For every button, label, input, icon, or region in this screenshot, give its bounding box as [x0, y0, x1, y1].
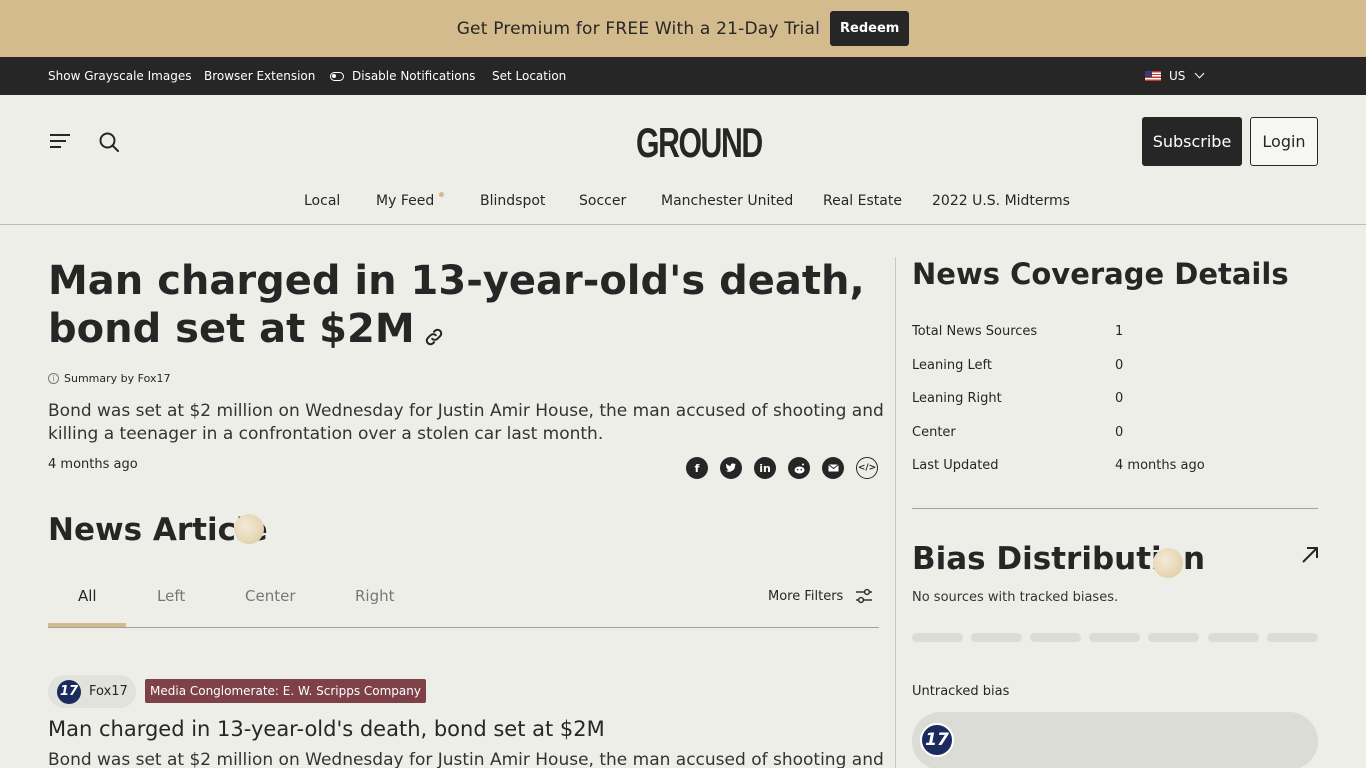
promo-text: Get Premium for FREE With a 21-Day Trial [456, 18, 820, 39]
summary-by-label: Summary by Fox17 [64, 372, 171, 385]
untracked-bias-bar [912, 712, 1318, 768]
no-sources-message: No sources with tracked biases. [912, 590, 1119, 605]
link-icon[interactable] [423, 326, 445, 348]
stat-value: 1 [1115, 324, 1124, 339]
more-filters-label: More Filters [768, 588, 844, 604]
bias-bar-placeholder [971, 633, 1022, 642]
source-chip[interactable]: 17 Fox17 [48, 675, 136, 708]
column-divider [895, 257, 896, 768]
stat-label: Leaning Right [912, 391, 1002, 406]
menu-icon[interactable] [50, 134, 70, 148]
tab-all[interactable]: All [78, 587, 97, 605]
login-button[interactable]: Login [1250, 117, 1318, 166]
email-icon[interactable] [822, 457, 844, 479]
summary-attribution: i Summary by Fox17 [48, 372, 170, 385]
stat-value: 0 [1115, 358, 1124, 373]
bias-bar-placeholder [1030, 633, 1081, 642]
filter-sliders-icon [856, 588, 873, 604]
nav-blindspot[interactable]: Blindspot [480, 193, 545, 209]
linkedin-icon[interactable]: in [754, 457, 776, 479]
region-label: US [1169, 69, 1186, 83]
stat-label: Center [912, 425, 956, 440]
nav-soccer[interactable]: Soccer [579, 193, 626, 209]
article-summary: Bond was set at $2 million on Wednesday … [48, 750, 888, 768]
notifications-toggle[interactable]: Disable Notifications [330, 69, 475, 83]
reddit-icon[interactable] [788, 457, 810, 479]
headline-text: Man charged in 13-year-old's death, bond… [48, 258, 865, 352]
promo-banner: Get Premium for FREE With a 21-Day Trial… [0, 0, 1366, 57]
embed-icon[interactable]: </> [856, 457, 878, 479]
tab-left[interactable]: Left [157, 587, 185, 605]
tab-center[interactable]: Center [245, 587, 296, 605]
stat-value: 4 months ago [1115, 458, 1205, 473]
source-logo: 17 [57, 679, 81, 704]
bias-bar-placeholder [1089, 633, 1140, 642]
redeem-button[interactable]: Redeem [830, 11, 910, 46]
utility-bar: Show Grayscale Images Browser Extension … [0, 57, 1366, 95]
subscribe-button[interactable]: Subscribe [1142, 117, 1242, 166]
toggle-icon [330, 72, 344, 81]
bias-bar-placeholder [1267, 633, 1318, 642]
stat-label: Total News Sources [912, 324, 1038, 339]
tab-right[interactable]: Right [355, 587, 395, 605]
notification-dot [439, 192, 444, 197]
info-icon: i [48, 373, 59, 384]
story-timestamp: 4 months ago [48, 457, 138, 472]
more-filters-button[interactable]: More Filters [768, 588, 873, 604]
nav-local[interactable]: Local [304, 193, 340, 209]
nav-midterms[interactable]: 2022 U.S. Midterms [932, 193, 1070, 209]
twitter-icon[interactable] [720, 457, 742, 479]
set-location-link[interactable]: Set Location [492, 69, 566, 83]
facebook-icon[interactable]: f [686, 457, 708, 479]
article-title[interactable]: Man charged in 13-year-old's death, bond… [48, 717, 605, 741]
ownership-badge[interactable]: Media Conglomerate: E. W. Scripps Compan… [145, 679, 426, 703]
stat-value: 0 [1115, 391, 1124, 406]
us-flag-icon [1145, 71, 1161, 81]
stat-value: 0 [1115, 425, 1124, 440]
coverage-title: News Coverage Details [912, 257, 1289, 291]
bias-bar-placeholder [912, 633, 963, 642]
untracked-source-logo[interactable]: 17 [920, 723, 954, 757]
untracked-bias-label: Untracked bias [912, 684, 1010, 699]
stat-label: Leaning Left [912, 358, 992, 373]
story-summary: Bond was set at $2 million on Wednesday … [48, 401, 884, 444]
region-selector[interactable]: US [1145, 68, 1205, 83]
chevron-down-icon [1194, 68, 1205, 79]
bias-bar-placeholder [1208, 633, 1259, 642]
sidebar-divider [912, 508, 1318, 509]
nav-my-feed[interactable]: My Feed [376, 193, 434, 209]
decorative-dot [234, 514, 264, 544]
notifications-label: Disable Notifications [352, 69, 476, 83]
story-headline: Man charged in 13-year-old's death, bond… [48, 257, 888, 353]
site-header: GROUND Subscribe Login Local My Feed Bli… [0, 95, 1366, 225]
search-icon[interactable] [99, 132, 119, 152]
grayscale-toggle[interactable]: Show Grayscale Images [48, 69, 191, 83]
decorative-dot [1153, 548, 1183, 578]
arrow-up-right-icon[interactable] [1300, 545, 1320, 565]
browser-extension-link[interactable]: Browser Extension [204, 69, 315, 83]
nav-real-estate[interactable]: Real Estate [823, 193, 902, 209]
tabs-divider [48, 627, 879, 628]
site-logo[interactable]: GROUND [636, 120, 763, 166]
nav-manchester-united[interactable]: Manchester United [661, 193, 793, 209]
bias-bar-placeholder [1148, 633, 1199, 642]
source-name: Fox17 [89, 684, 128, 699]
stat-label: Last Updated [912, 458, 999, 473]
